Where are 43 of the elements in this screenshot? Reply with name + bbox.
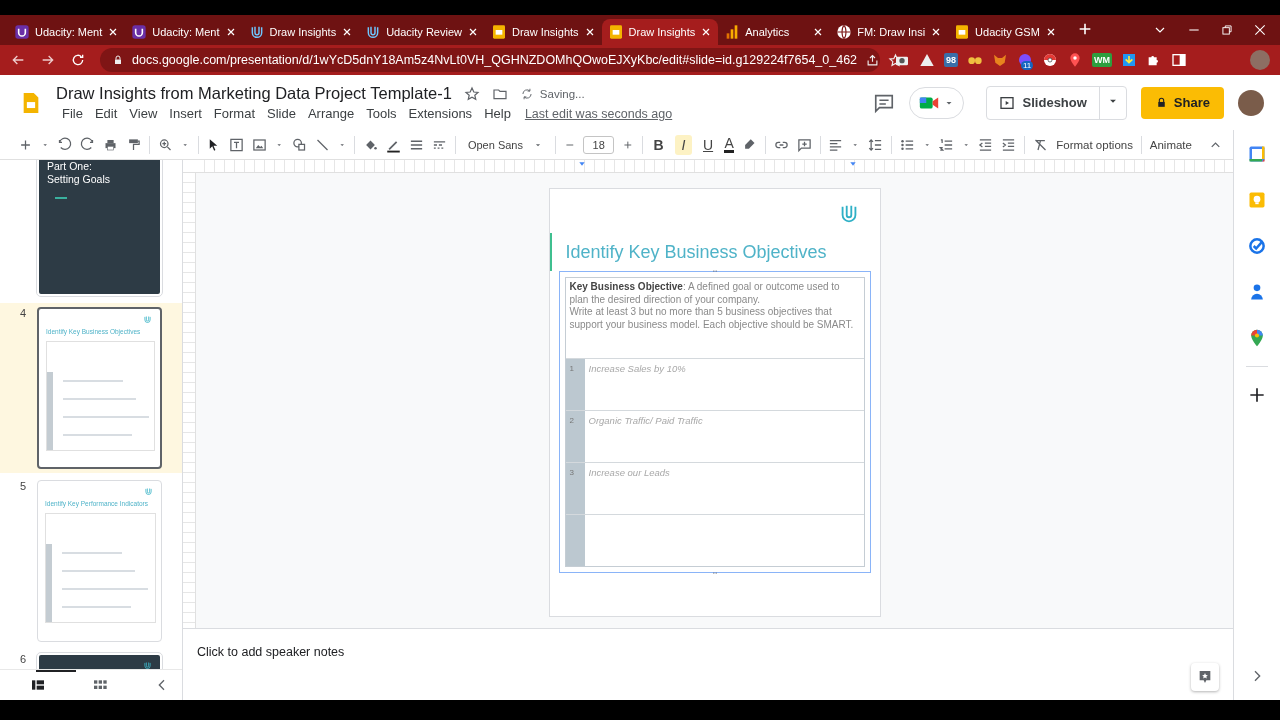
format-options-button[interactable]: Format options <box>1056 138 1133 151</box>
slide-number: 5 <box>20 480 27 492</box>
menu-item[interactable]: Slide <box>261 106 302 121</box>
document-title[interactable]: Draw Insights from Marketing Data Project Template-1 <box>56 84 452 103</box>
menu-item[interactable]: Arrange <box>301 106 361 121</box>
menu-item[interactable]: Extensions <box>402 106 479 121</box>
animate-button[interactable]: Animate <box>1149 138 1192 151</box>
objective-description: Key Business Objective: A defined goal or outcome used to plan the desired direction of your company. Write at least 3 but no more than 5 business objectives that support your business model. Each objective should be SMART. <box>568 280 855 332</box>
browser-tab[interactable]: Udacity GSM <box>948 19 1063 45</box>
italic-button[interactable]: I <box>675 134 692 155</box>
font-size-field[interactable]: 18 <box>583 135 614 154</box>
browser-tab[interactable]: Draw Insights <box>601 19 719 45</box>
menu-item[interactable]: Insert <box>163 106 208 121</box>
row-number: 2 <box>565 411 585 462</box>
save-status: Saving... <box>539 87 585 100</box>
text-color-button[interactable]: A <box>724 136 734 153</box>
browser-tab[interactable]: Udacity Review <box>359 19 485 45</box>
browser-tab[interactable]: FM: Draw Insi <box>830 19 949 45</box>
row-number: 1 <box>565 359 585 410</box>
speaker-notes-placeholder[interactable]: Click to add speaker notes <box>197 645 345 659</box>
browser-tab[interactable]: Udacity: Ment <box>125 19 243 45</box>
menu-item[interactable]: View <box>123 106 164 121</box>
menu-item[interactable]: Help <box>478 106 517 121</box>
slide-number: 6 <box>20 653 27 665</box>
browser-tab[interactable]: Analytics <box>718 19 831 45</box>
bold-button[interactable]: B <box>650 134 667 155</box>
slide-number: 4 <box>20 307 27 319</box>
menu-item[interactable]: Tools <box>360 106 403 121</box>
browser-tab[interactable]: Draw Insights <box>242 19 360 45</box>
extension-icon[interactable]: 98 <box>944 53 958 67</box>
font-dropdown[interactable]: Open Sans <box>463 138 547 151</box>
last-edit-link[interactable]: Last edit was seconds ago <box>524 106 673 121</box>
slide-thumbnail[interactable]: Part One: Setting Goals <box>37 160 162 296</box>
browser-tab[interactable]: Draw Insights <box>484 19 602 45</box>
notification-badge: 11 <box>1021 61 1034 70</box>
menu-item[interactable]: File <box>56 106 89 121</box>
menu-item[interactable]: Edit <box>88 106 124 121</box>
row-number: 3 <box>565 463 585 514</box>
browser-tab[interactable]: Udacity: Ment <box>8 19 126 45</box>
share-button[interactable]: Share <box>1140 86 1224 119</box>
thumbnail-title: Part One: Setting Goals <box>46 160 112 186</box>
menu-item[interactable]: Format <box>207 106 261 121</box>
underline-button[interactable]: U <box>699 134 717 155</box>
